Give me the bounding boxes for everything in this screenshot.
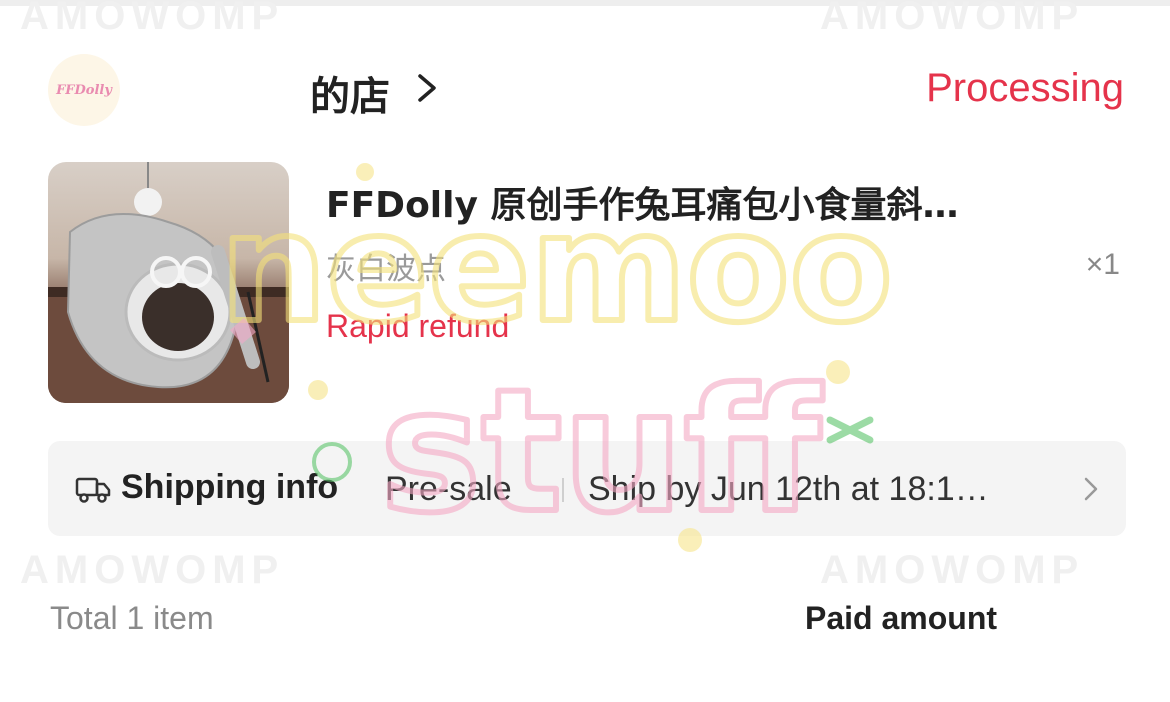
product-variant: 灰白波点 xyxy=(326,252,446,287)
product-image xyxy=(48,162,289,403)
chevron-right-icon[interactable] xyxy=(1082,475,1100,503)
star-sticker xyxy=(308,380,328,400)
paid-amount-label: Paid amount xyxy=(805,600,998,636)
star-sticker xyxy=(826,360,850,384)
product-title[interactable]: FFDolly 原创手作兔耳痛包小食量斜… xyxy=(326,176,958,228)
faint-bg-text: AMOWOMP xyxy=(820,0,1085,38)
store-logo-text: FFDolly xyxy=(56,82,112,98)
order-status: Processing xyxy=(926,66,1124,110)
total-items: Total 1 item xyxy=(50,600,214,636)
store-name-link[interactable]: 的店 xyxy=(310,64,390,122)
divider xyxy=(562,478,564,502)
product-thumbnail[interactable] xyxy=(48,162,289,403)
product-quantity: ×1 xyxy=(1085,248,1120,281)
shipping-info-label: Shipping info xyxy=(121,468,339,506)
faint-bg-text: AMOWOMP xyxy=(820,548,1085,592)
shipping-info-bar[interactable]: Shipping info Pre-sale Ship by Jun 12th … xyxy=(48,441,1126,536)
truck-icon xyxy=(75,477,111,503)
rapid-refund-tag: Rapid refund xyxy=(326,308,510,344)
bow-sticker xyxy=(826,416,874,444)
chevron-right-icon[interactable] xyxy=(414,72,442,104)
faint-bg-text: AMOWOMP xyxy=(20,548,285,592)
presale-label: Pre-sale xyxy=(385,470,512,508)
store-logo[interactable]: FFDolly xyxy=(48,54,120,126)
faint-bg-text: AMOWOMP xyxy=(20,0,285,38)
ship-by-date: Ship by Jun 12th at 18:1… xyxy=(588,470,989,508)
